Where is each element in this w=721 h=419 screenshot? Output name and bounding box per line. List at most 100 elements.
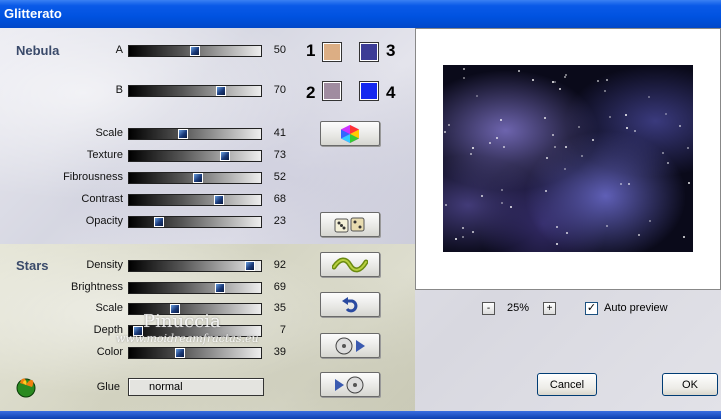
window-title: Glitterato (0, 0, 721, 28)
preview-star (592, 139, 594, 141)
slider-thumb[interactable] (175, 348, 186, 358)
preview-star (564, 168, 566, 170)
slider-thumb[interactable] (178, 129, 189, 139)
preview-star (518, 70, 520, 72)
preview-star (604, 90, 606, 92)
nebula-param-label: Scale (95, 127, 123, 139)
slider-thumb[interactable] (245, 261, 256, 271)
preview-star (552, 134, 554, 136)
preview-star (501, 202, 503, 204)
slider-thumb[interactable] (220, 151, 231, 161)
zoom-out-button[interactable]: - (482, 302, 495, 315)
zoom-in-button[interactable]: + (543, 302, 556, 315)
color-palette-button[interactable] (320, 121, 380, 146)
preview-star (597, 80, 599, 82)
stars-param-label: Brightness (71, 281, 123, 293)
preview-star (609, 116, 611, 118)
auto-preview-label: Auto preview (604, 302, 668, 314)
preview-star (662, 152, 664, 154)
stars-param-value: 7 (279, 324, 286, 336)
stars-param-slider[interactable] (128, 282, 262, 294)
randomize-button[interactable] (320, 212, 380, 237)
preview-star (476, 95, 478, 97)
hexagon-color-icon (341, 124, 359, 143)
preview-star (545, 190, 547, 192)
nebula-param-slider[interactable] (128, 216, 262, 228)
preview-star (496, 137, 498, 139)
preview-star (544, 117, 546, 119)
preview-star (481, 195, 483, 197)
slider-thumb[interactable] (192, 173, 203, 183)
preview-star (501, 189, 503, 191)
load-preset-button[interactable] (320, 372, 380, 397)
disc-arrow-right-icon (335, 337, 365, 354)
slider-thumb[interactable] (154, 217, 165, 227)
preview-star (445, 204, 447, 206)
preview-star (620, 183, 622, 185)
nebula-param-slider[interactable] (128, 128, 262, 140)
wave-icon (332, 257, 368, 272)
auto-preview-checkbox[interactable]: ✓ (585, 302, 598, 315)
nebula-param-label: Fibrousness (63, 171, 123, 183)
nebula-param-slider[interactable] (128, 45, 262, 57)
preview-star (472, 231, 474, 233)
app-logo-icon (14, 373, 40, 399)
slider-thumb[interactable] (215, 283, 226, 293)
nebula-param-slider[interactable] (128, 194, 262, 206)
wave-button[interactable] (320, 252, 380, 277)
nebula-param-slider[interactable] (128, 150, 262, 162)
nebula-param-value: 73 (273, 149, 286, 161)
color-swatch-3[interactable] (359, 42, 379, 62)
preview-star (462, 236, 464, 238)
stars-param-label: Depth (93, 324, 123, 336)
slider-thumb[interactable] (190, 46, 200, 56)
preview-star (470, 153, 472, 155)
stars-param-value: 35 (273, 302, 286, 314)
nebula-param-label: B (115, 84, 123, 96)
preview-image[interactable] (443, 65, 693, 252)
preview-star (556, 243, 558, 245)
nebula-param-value: 70 (273, 84, 286, 96)
taskbar-strip (0, 411, 721, 419)
stars-param-value: 39 (273, 346, 286, 358)
preview-star (463, 77, 465, 79)
slider-thumb[interactable] (216, 86, 227, 96)
preview-star (444, 131, 446, 133)
slider-thumb[interactable] (213, 195, 224, 205)
dice-icon (334, 217, 365, 232)
preview-star (638, 234, 640, 236)
undo-button[interactable] (320, 292, 380, 317)
stars-param-slider[interactable] (128, 260, 262, 272)
save-preset-button[interactable] (320, 333, 380, 358)
nebula-param-slider[interactable] (128, 172, 262, 184)
zoom-level: 25% (507, 302, 530, 314)
preview-star (683, 236, 685, 238)
preview-star (559, 88, 561, 90)
nebula-param-slider[interactable] (128, 85, 262, 97)
stars-param-value: 69 (273, 281, 286, 293)
nebula-param-label: Contrast (81, 193, 123, 205)
nebula-param-value: 52 (273, 171, 286, 183)
color-swatch-4[interactable] (359, 81, 379, 101)
stars-param-label: Scale (95, 302, 123, 314)
ok-button[interactable]: OK (662, 373, 718, 396)
preview-star (679, 125, 681, 127)
preview-star (625, 114, 627, 116)
nebula-param-value: 50 (273, 44, 286, 56)
color-number-3: 3 (386, 41, 396, 60)
preview-star (500, 119, 502, 121)
color-swatch-2[interactable] (322, 81, 342, 101)
preview-star (634, 130, 636, 132)
preview-star (665, 113, 667, 115)
color-swatch-1[interactable] (322, 42, 342, 62)
stars-param-slider[interactable] (128, 347, 262, 359)
glue-select[interactable]: normal (128, 378, 264, 396)
stars-param-label: Density (86, 259, 123, 271)
preview-star (489, 142, 491, 144)
preview-star (552, 81, 554, 83)
preview-star (564, 76, 566, 78)
preview-star (606, 79, 608, 81)
preview-star (667, 162, 669, 164)
cancel-button[interactable]: Cancel (537, 373, 597, 396)
preview-star (628, 183, 630, 185)
